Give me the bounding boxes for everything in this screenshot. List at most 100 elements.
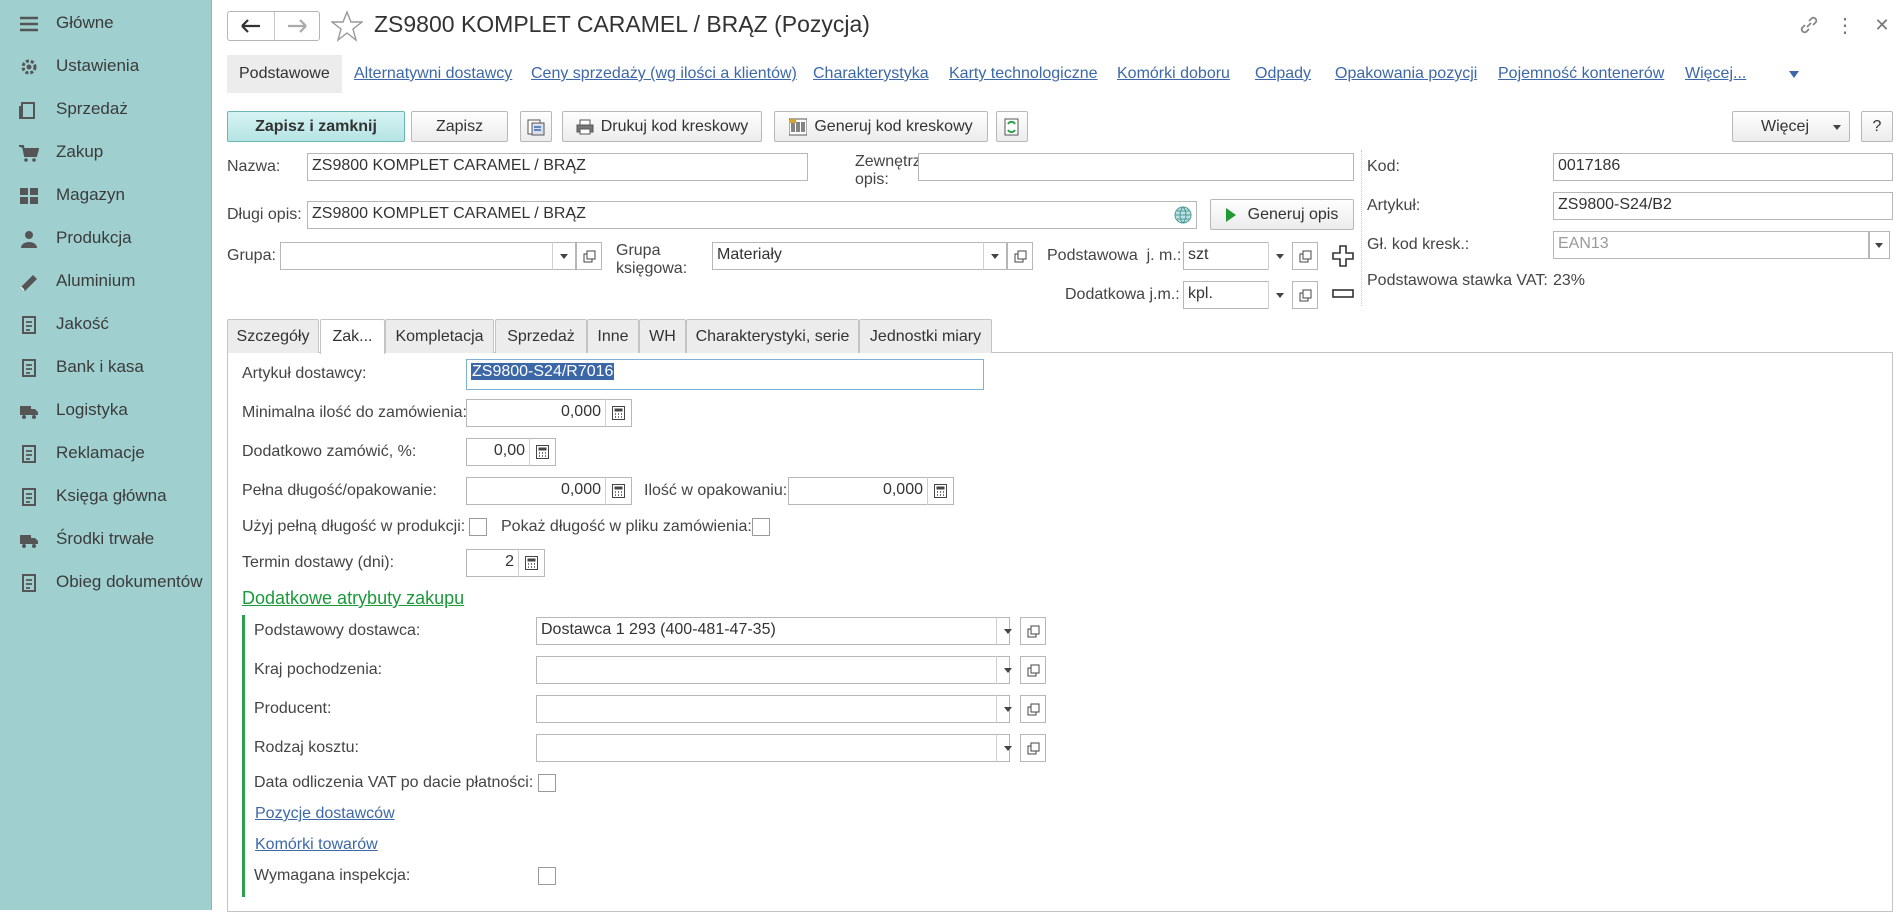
calculator-icon[interactable] <box>605 399 631 427</box>
favorite-star-icon[interactable] <box>331 10 363 42</box>
accounting-group-dropdown-arrow[interactable] <box>983 242 1005 270</box>
tab-7[interactable]: Charakterystyki, serie <box>686 319 859 353</box>
sidebar-item-12[interactable]: Księga główna <box>0 476 212 516</box>
sidebar-item-label: Księga główna <box>56 486 167 505</box>
sidebar-item-3[interactable]: Sprzedaż <box>0 89 212 129</box>
copy-button[interactable] <box>520 111 552 142</box>
generate-description-button[interactable]: Generuj opis <box>1210 199 1354 230</box>
save-and-close-button[interactable]: Zapisz i zamknij <box>227 111 405 142</box>
calculator-icon[interactable] <box>518 549 544 577</box>
main-supplier-open-button[interactable] <box>1020 617 1046 645</box>
producer-dropdown-arrow[interactable] <box>996 695 1018 723</box>
link-tab-10[interactable]: Więcej... <box>1685 55 1746 93</box>
group-open-button[interactable] <box>576 242 602 270</box>
section-title-purchase-attributes[interactable]: Dodatkowe atrybuty zakupu <box>242 588 464 609</box>
link-tab-7[interactable]: Odpady <box>1255 55 1311 93</box>
country-of-origin-select[interactable] <box>536 656 1010 684</box>
cart-icon <box>19 144 40 162</box>
sidebar-item-1[interactable]: Główne <box>0 3 212 43</box>
link-icon[interactable] <box>1797 13 1821 37</box>
base-unit-select[interactable]: szt <box>1183 242 1269 270</box>
vat-deduction-checkbox[interactable] <box>538 774 556 792</box>
sidebar-item-8[interactable]: Jakość <box>0 304 212 344</box>
link-tab-4[interactable]: Charakterystyka <box>813 55 929 93</box>
group-select[interactable] <box>280 242 576 270</box>
main-supplier-dropdown-arrow[interactable] <box>996 617 1018 645</box>
caret-down-icon[interactable] <box>1789 71 1799 78</box>
base-unit-open-button[interactable] <box>1292 242 1318 270</box>
long-description-input[interactable]: ZS9800 KOMPLET CARAMEL / BRĄZ <box>307 201 1197 229</box>
use-full-length-checkbox[interactable] <box>469 518 487 536</box>
sidebar-item-14[interactable]: Obieg dokumentów <box>0 562 212 602</box>
tab-8[interactable]: Jednostki miary <box>859 319 992 353</box>
supplier-article-input[interactable]: ZS9800-S24/R7016 <box>466 359 984 390</box>
forward-button[interactable] <box>273 12 320 40</box>
link-tab-2[interactable]: Alternatywni dostawcy <box>354 55 512 93</box>
link-tab-6[interactable]: Komórki doboru <box>1117 55 1230 93</box>
supplier-items-link[interactable]: Pozycje dostawców <box>255 805 395 823</box>
refresh-button[interactable] <box>996 111 1028 142</box>
tab-5[interactable]: Inne <box>587 319 639 353</box>
calculator-icon[interactable] <box>605 477 631 505</box>
sidebar-item-9[interactable]: Bank i kasa <box>0 347 212 387</box>
add-unit-icon[interactable] <box>1332 245 1354 267</box>
back-button[interactable] <box>228 12 274 40</box>
external-description-input[interactable] <box>918 153 1354 181</box>
sidebar-item-2[interactable]: Ustawienia <box>0 46 212 86</box>
main-supplier-select[interactable]: Dostawca 1 293 (400-481-47-35) <box>536 617 1010 645</box>
cost-type-open-button[interactable] <box>1020 734 1046 762</box>
producer-open-button[interactable] <box>1020 695 1046 723</box>
generate-barcode-button[interactable]: Generuj kod kreskowy <box>774 111 988 142</box>
accounting-group-select[interactable]: Materiały <box>712 242 1007 270</box>
sidebar-item-13[interactable]: Środki trwałe <box>0 519 212 559</box>
country-open-button[interactable] <box>1020 656 1046 684</box>
link-tab-3[interactable]: Ceny sprzedaży (wg ilości a klientów) <box>531 55 797 93</box>
more-vertical-icon[interactable]: ⋮ <box>1833 13 1857 37</box>
base-unit-dropdown-arrow[interactable] <box>1268 242 1290 270</box>
name-input[interactable]: ZS9800 KOMPLET CARAMEL / BRĄZ <box>307 153 808 181</box>
open-window-icon <box>1299 250 1311 262</box>
calculator-icon[interactable] <box>529 438 555 466</box>
sidebar-item-5[interactable]: Magazyn <box>0 175 212 215</box>
show-length-checkbox[interactable] <box>752 518 770 536</box>
tab-3[interactable]: Kompletacja <box>385 319 494 353</box>
cost-type-dropdown-arrow[interactable] <box>996 734 1018 762</box>
globe-icon[interactable] <box>1170 202 1196 228</box>
main-barcode-dropdown-arrow[interactable] <box>1868 231 1890 259</box>
accounting-group-open-button[interactable] <box>1007 242 1033 270</box>
more-button[interactable]: Więcej <box>1732 111 1850 142</box>
main-barcode-select[interactable]: EAN13 <box>1553 231 1870 259</box>
print-barcode-button[interactable]: Drukuj kod kreskowy <box>562 111 762 142</box>
link-tab-8[interactable]: Opakowania pozycji <box>1335 55 1477 93</box>
sidebar-item-11[interactable]: Reklamacje <box>0 433 212 473</box>
tab-6[interactable]: WH <box>639 319 686 353</box>
producer-select[interactable] <box>536 695 1010 723</box>
tab-2[interactable]: Zak... <box>320 319 385 354</box>
additional-unit-dropdown-arrow[interactable] <box>1268 281 1290 309</box>
group-dropdown-arrow[interactable] <box>552 242 574 270</box>
sidebar-item-7[interactable]: Aluminium <box>0 261 212 301</box>
country-dropdown-arrow[interactable] <box>996 656 1018 684</box>
tab-4[interactable]: Sprzedaż <box>495 319 587 353</box>
sidebar-item-6[interactable]: Produkcja <box>0 218 212 258</box>
link-tab-5[interactable]: Karty technologiczne <box>949 55 1098 93</box>
calculator-icon[interactable] <box>927 477 953 505</box>
link-tab-1[interactable]: Podstawowe <box>227 55 342 93</box>
remove-unit-icon[interactable] <box>1332 286 1354 298</box>
article-input[interactable]: ZS9800-S24/B2 <box>1553 192 1893 220</box>
close-icon[interactable]: ✕ <box>1870 13 1894 37</box>
additional-unit-open-button[interactable] <box>1292 281 1318 309</box>
link-tab-9[interactable]: Pojemność kontenerów <box>1498 55 1664 93</box>
tab-1[interactable]: Szczegóły <box>227 319 319 353</box>
additional-unit-select[interactable]: kpl. <box>1183 281 1269 309</box>
goods-cells-link[interactable]: Komórki towarów <box>255 836 378 854</box>
vat-deduction-label: Data odliczenia VAT po dacie płatności: <box>254 774 534 791</box>
inspection-required-checkbox[interactable] <box>538 867 556 885</box>
cost-type-select[interactable] <box>536 734 1010 762</box>
sidebar-item-10[interactable]: Logistyka <box>0 390 212 430</box>
help-button[interactable]: ? <box>1861 111 1893 142</box>
code-input[interactable]: 0017186 <box>1553 153 1893 181</box>
save-button[interactable]: Zapisz <box>411 111 508 142</box>
open-window-icon <box>1027 664 1039 676</box>
sidebar-item-4[interactable]: Zakup <box>0 132 212 172</box>
